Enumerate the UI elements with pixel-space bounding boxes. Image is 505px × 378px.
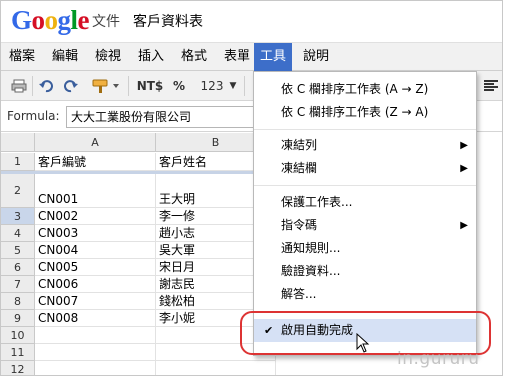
- row-number[interactable]: 1: [1, 153, 35, 171]
- toolbar-divider: [128, 76, 129, 96]
- table-cell[interactable]: CN002: [35, 208, 156, 225]
- table-cell[interactable]: CN006: [35, 276, 156, 293]
- row-number[interactable]: 10: [1, 327, 35, 344]
- row-number[interactable]: 9: [1, 310, 35, 327]
- table-cell[interactable]: [35, 361, 156, 375]
- table-cell[interactable]: CN008: [35, 310, 156, 327]
- table-cell[interactable]: CN005: [35, 259, 156, 276]
- menu-item-freeze-rows[interactable]: 凍結列 ▶: [254, 134, 476, 157]
- menu-form[interactable]: 表單: [218, 43, 256, 71]
- menu-file[interactable]: 檔案: [3, 43, 41, 71]
- app-window: Google 文件 客戶資料表 檔案 編輯 檢視 插入 格式 表單 工具 說明 …: [0, 0, 503, 376]
- menu-insert[interactable]: 插入: [132, 43, 170, 71]
- row-number[interactable]: 7: [1, 276, 35, 293]
- select-all-corner[interactable]: [1, 133, 35, 152]
- menu-item-label: 驗證資料...: [281, 264, 341, 278]
- table-cell[interactable]: CN003: [35, 225, 156, 242]
- paint-format-icon[interactable]: [89, 76, 123, 96]
- logo-letter: o: [31, 5, 46, 35]
- row-number[interactable]: 8: [1, 293, 35, 310]
- table-row: 8 CN007 錢松柏: [1, 293, 276, 310]
- toolbar-divider: [32, 76, 33, 96]
- menu-item-notification-rules[interactable]: 通知規則...: [254, 237, 476, 260]
- submenu-arrow-icon: ▶: [460, 140, 468, 151]
- table-row: 11: [1, 344, 276, 361]
- logo-letter: e: [77, 5, 90, 35]
- currency-format-button[interactable]: NT$: [135, 76, 165, 96]
- align-icon[interactable]: [483, 76, 499, 96]
- menu-item-label: 依 C 欄排序工作表 (Z → A): [281, 105, 429, 119]
- menu-divider: [254, 129, 476, 130]
- formula-input[interactable]: 大大工業股份有限公司: [66, 106, 266, 128]
- column-header-a[interactable]: A: [35, 133, 156, 152]
- toolbar-divider: [244, 76, 245, 96]
- logo-letter: g: [57, 5, 72, 35]
- menu-divider: [254, 185, 476, 186]
- product-name: 文件: [92, 14, 120, 30]
- percent-format-button[interactable]: %: [171, 76, 187, 96]
- menu-item-freeze-columns[interactable]: 凍結欄 ▶: [254, 157, 476, 180]
- menu-format[interactable]: 格式: [175, 43, 213, 71]
- table-row: 7 CN006 謝志民: [1, 276, 276, 293]
- table-row: 6 CN005 宋日月: [1, 259, 276, 276]
- google-logo[interactable]: Google: [11, 5, 90, 36]
- logo-letter: l: [70, 5, 79, 35]
- logo-letter: G: [11, 5, 32, 35]
- menu-edit[interactable]: 編輯: [46, 43, 84, 71]
- menu-item-label: 凍結列: [281, 138, 318, 152]
- table-row: 5 CN004 吳大軍: [1, 242, 276, 259]
- menu-item-scripts[interactable]: 指令碼 ▶: [254, 214, 476, 237]
- row-number[interactable]: 5: [1, 242, 35, 259]
- menu-help[interactable]: 說明: [297, 43, 335, 71]
- menu-item-label: 依 C 欄排序工作表 (A → Z): [281, 82, 429, 96]
- number-format-button[interactable]: 123: [196, 76, 228, 96]
- table-cell[interactable]: [156, 361, 276, 375]
- row-number[interactable]: 4: [1, 225, 35, 242]
- logo-letter: o: [44, 5, 59, 35]
- mouse-cursor-icon: [356, 332, 370, 356]
- submenu-arrow-icon: ▶: [460, 163, 468, 174]
- submenu-arrow-icon: ▶: [460, 220, 468, 231]
- table-cell[interactable]: CN001: [35, 174, 156, 208]
- menu-item-sort-z-a[interactable]: 依 C 欄排序工作表 (Z → A): [254, 101, 476, 124]
- document-title[interactable]: 客戶資料表: [133, 11, 203, 31]
- redo-icon[interactable]: [62, 76, 80, 96]
- menu-item-data-validation[interactable]: 驗證資料...: [254, 260, 476, 283]
- menu-item-solver[interactable]: 解答...: [254, 283, 476, 306]
- menu-item-label: 通知規則...: [281, 241, 341, 255]
- row-number[interactable]: 3: [1, 208, 35, 225]
- menu-tools[interactable]: 工具: [254, 43, 293, 71]
- header: Google 文件 客戶資料表: [1, 1, 502, 41]
- table-row: 10: [1, 327, 276, 344]
- table-row: 9 CN008 李小妮: [1, 310, 276, 327]
- chevron-down-icon[interactable]: ▼: [228, 76, 238, 96]
- table-row: 12: [1, 361, 276, 375]
- menu-item-label: 保護工作表...: [281, 195, 353, 209]
- watermark: in.gururu: [397, 349, 480, 369]
- print-icon[interactable]: [9, 76, 29, 96]
- row-number[interactable]: 6: [1, 259, 35, 276]
- formula-label: Formula:: [7, 109, 60, 123]
- menu-item-sort-a-z[interactable]: 依 C 欄排序工作表 (A → Z): [254, 78, 476, 101]
- table-cell[interactable]: CN007: [35, 293, 156, 310]
- menu-item-protect-sheet[interactable]: 保護工作表...: [254, 191, 476, 214]
- table-cell[interactable]: [35, 344, 156, 361]
- table-cell[interactable]: [35, 327, 156, 344]
- table-row: 4 CN003 趙小志: [1, 225, 276, 242]
- menu-item-label: 凍結欄: [281, 161, 318, 175]
- menu-item-label: 解答...: [281, 287, 317, 301]
- menubar: 檔案 編輯 檢視 插入 格式 表單 工具 說明: [1, 42, 502, 71]
- table-row: 1 客戶編號 客戶姓名: [1, 153, 276, 171]
- menu-item-label: 指令碼: [281, 218, 318, 232]
- menu-view[interactable]: 檢視: [89, 43, 127, 71]
- row-number[interactable]: 12: [1, 361, 35, 375]
- table-row: 3 CN002 李一修: [1, 208, 276, 225]
- table-row: 2 CN001 王大明: [1, 174, 276, 208]
- undo-icon[interactable]: [37, 76, 55, 96]
- row-number[interactable]: 11: [1, 344, 35, 361]
- table-cell[interactable]: CN004: [35, 242, 156, 259]
- row-number[interactable]: 2: [1, 174, 35, 208]
- cell-a1[interactable]: 客戶編號: [35, 153, 156, 171]
